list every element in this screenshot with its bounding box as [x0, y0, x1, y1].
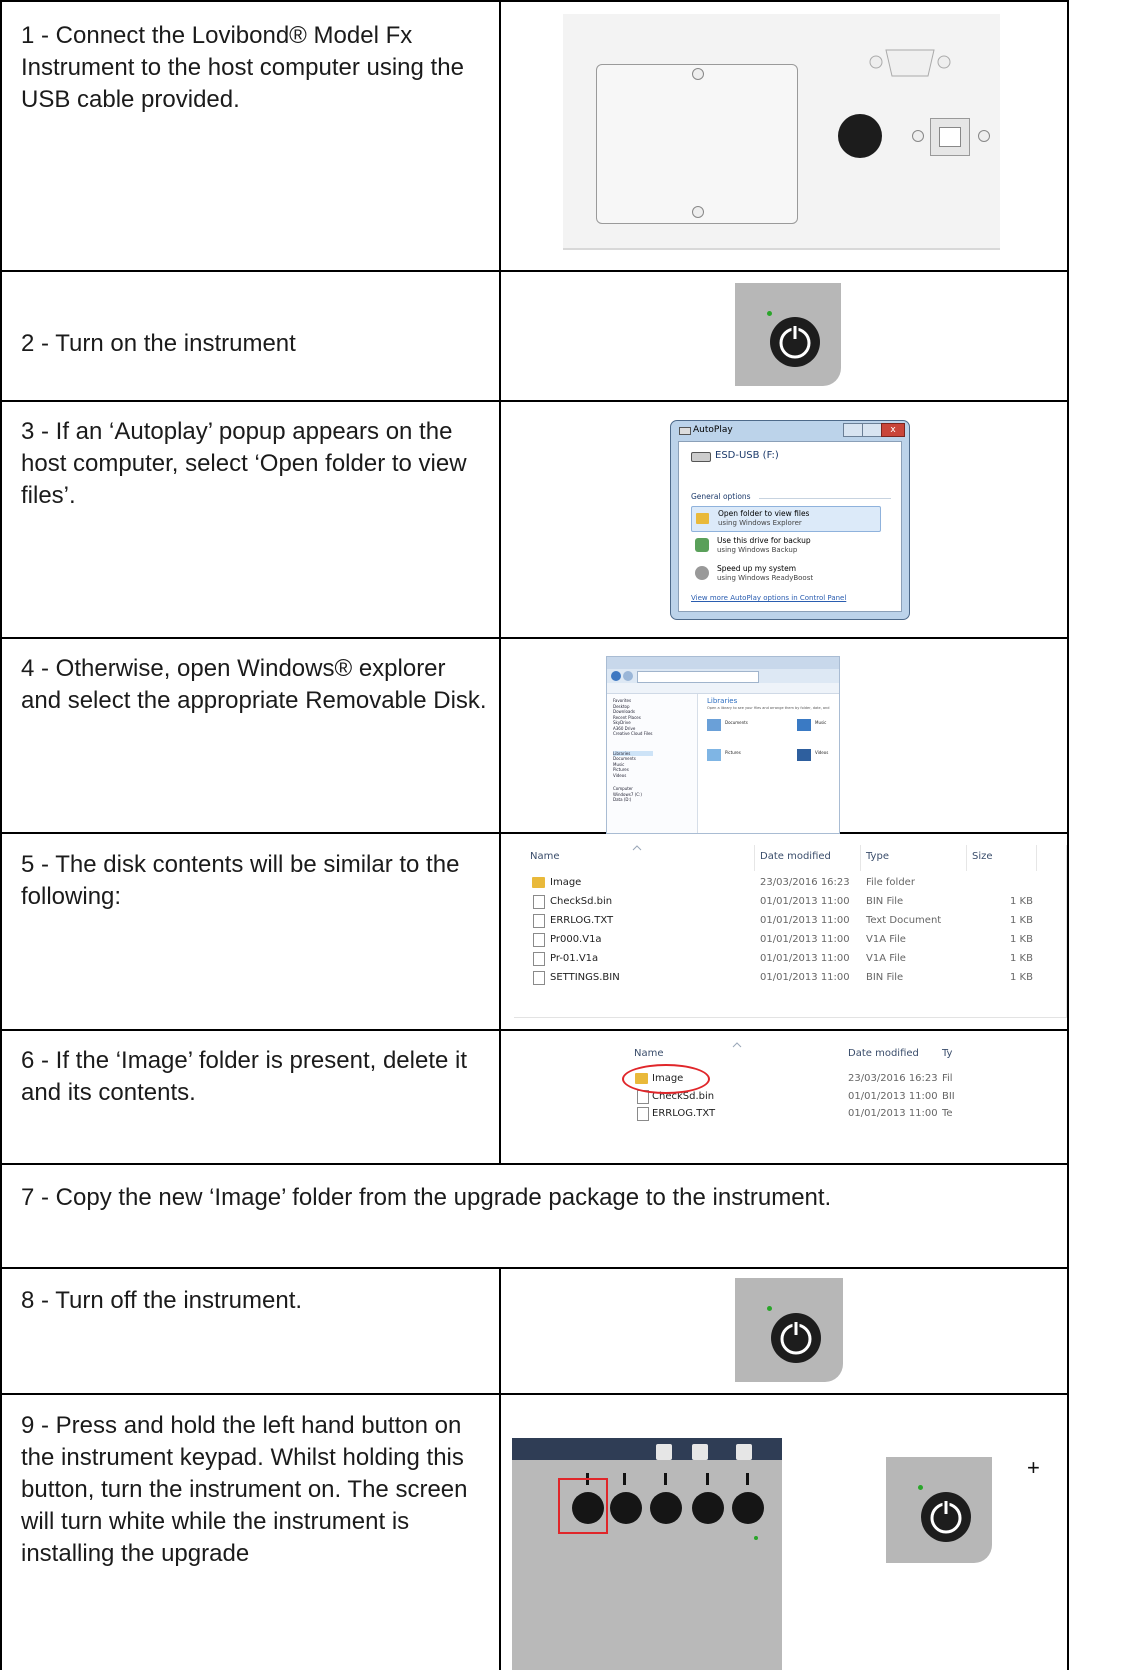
keypad-button[interactable] [650, 1492, 682, 1524]
column-header-size[interactable]: Size [972, 851, 993, 862]
drive-icon [679, 427, 691, 435]
backup-icon [695, 538, 709, 552]
usb-drive-icon [691, 452, 711, 462]
row-divider [0, 1267, 1069, 1269]
readyboost-icon [695, 566, 709, 580]
keypad-image [512, 1438, 782, 1670]
row-divider [0, 1029, 1069, 1031]
power-icon [930, 1500, 962, 1534]
minimize-button[interactable] [843, 423, 864, 437]
option-readyboost[interactable]: Speed up my system using Windows ReadyBo… [691, 562, 879, 586]
keypad-button[interactable] [692, 1492, 724, 1524]
videos-library-icon [797, 749, 811, 761]
row-divider [0, 1163, 1069, 1165]
column-header-name[interactable]: Name [634, 1048, 664, 1059]
option-backup[interactable]: Use this drive for backup using Windows … [691, 534, 879, 558]
nav-item[interactable]: Data (D:) [613, 797, 653, 803]
serial-port-icon [869, 49, 951, 77]
row-divider [0, 400, 1069, 402]
step-4-text: 4 - Otherwise, open Windows® explorer an… [21, 655, 487, 714]
table-border-left [0, 0, 2, 1670]
column-header-date[interactable]: Date modified [848, 1048, 919, 1059]
option-open-folder[interactable]: Open folder to view files using Windows … [691, 506, 881, 532]
folder-icon [696, 513, 709, 524]
power-button-image [735, 283, 841, 386]
keypad-icon [736, 1444, 752, 1460]
back-icon[interactable] [611, 671, 621, 681]
file-icon [533, 895, 545, 909]
step-7-text: 7 - Copy the new ‘Image’ folder from the… [21, 1184, 832, 1211]
step-5-text: 5 - The disk contents will be similar to… [21, 851, 460, 910]
keypad-button[interactable] [732, 1492, 764, 1524]
step-3-text: 3 - If an ‘Autoplay’ popup appears on th… [21, 418, 467, 509]
drive-label: ESD-USB (F:) [715, 450, 779, 461]
column-header-type[interactable]: Ty [942, 1048, 952, 1059]
pictures-library-icon [707, 749, 721, 761]
column-header-name[interactable]: Name [530, 851, 560, 862]
file-icon [533, 971, 545, 985]
keypad-icon [692, 1444, 708, 1460]
sort-up-icon [632, 845, 642, 851]
disk-contents-listing: Name Date modified Type Size Image 23/03… [514, 845, 1067, 1018]
step-6-text: 6 - If the ‘Image’ folder is present, de… [21, 1047, 468, 1106]
text-file-icon [637, 1107, 649, 1121]
row-divider [0, 1393, 1069, 1395]
text-file-icon [533, 914, 545, 928]
step-9-text: 9 - Press and hold the left hand button … [21, 1412, 468, 1567]
row-divider [0, 270, 1069, 272]
file-icon [533, 952, 545, 966]
highlight-ellipse [622, 1064, 710, 1094]
sort-up-icon [732, 1042, 742, 1048]
step-8-text: 8 - Turn off the instrument. [21, 1287, 303, 1314]
nav-list: Favorites Desktop Downloads Recent Place… [613, 698, 653, 803]
power-button-image [735, 1278, 843, 1382]
music-library-icon [797, 719, 811, 731]
forward-icon[interactable] [623, 671, 633, 681]
column-header-date[interactable]: Date modified [760, 851, 831, 862]
image-folder-listing: Name Date modified Ty Image 23/03/2016 1… [620, 1040, 960, 1122]
library-item[interactable]: Documents [725, 720, 748, 725]
column-header-type[interactable]: Type [866, 851, 889, 862]
row-divider [0, 637, 1069, 639]
usb-port-icon [930, 118, 970, 156]
step-1-text: 1 - Connect the Lovibond® Model Fx Instr… [21, 22, 464, 113]
window-controls[interactable]: x [843, 423, 905, 437]
libraries-heading: Libraries [707, 697, 738, 705]
general-options-heading: General options [691, 492, 751, 501]
file-icon [533, 933, 545, 947]
windows-explorer-screenshot: Favorites Desktop Downloads Recent Place… [606, 656, 840, 834]
folder-icon [532, 877, 545, 888]
library-item[interactable]: Videos [815, 750, 828, 755]
row-divider [0, 832, 1069, 834]
control-panel-link[interactable]: View more AutoPlay options in Control Pa… [691, 594, 846, 602]
step-2-text: 2 - Turn on the instrument [21, 330, 296, 357]
libraries-subtitle: Open a library to see your files and arr… [707, 706, 830, 710]
plus-sign: + [1027, 1455, 1040, 1480]
navigation-pane: Favorites Desktop Downloads Recent Place… [607, 694, 698, 833]
column-divider-lower [499, 1269, 501, 1670]
library-item[interactable]: Music [815, 720, 826, 725]
nav-item[interactable]: Creative Cloud Files [613, 731, 653, 737]
maximize-button[interactable] [862, 423, 883, 437]
documents-library-icon [707, 719, 721, 731]
power-button-image [886, 1457, 992, 1563]
power-icon [780, 1321, 812, 1355]
table-border-right [1067, 0, 1069, 1670]
power-socket-icon [838, 114, 882, 158]
library-item[interactable]: Pictures [725, 750, 741, 755]
table-border-top [0, 0, 1069, 2]
autoplay-title: AutoPlay [693, 425, 733, 435]
close-icon[interactable]: x [881, 423, 905, 437]
column-divider [499, 0, 501, 1163]
power-icon [779, 325, 811, 359]
highlight-box [558, 1478, 608, 1534]
autoplay-dialog: AutoPlay x ESD-USB (F:) General options … [670, 420, 910, 620]
keypad-icon [656, 1444, 672, 1460]
keypad-button[interactable] [610, 1492, 642, 1524]
